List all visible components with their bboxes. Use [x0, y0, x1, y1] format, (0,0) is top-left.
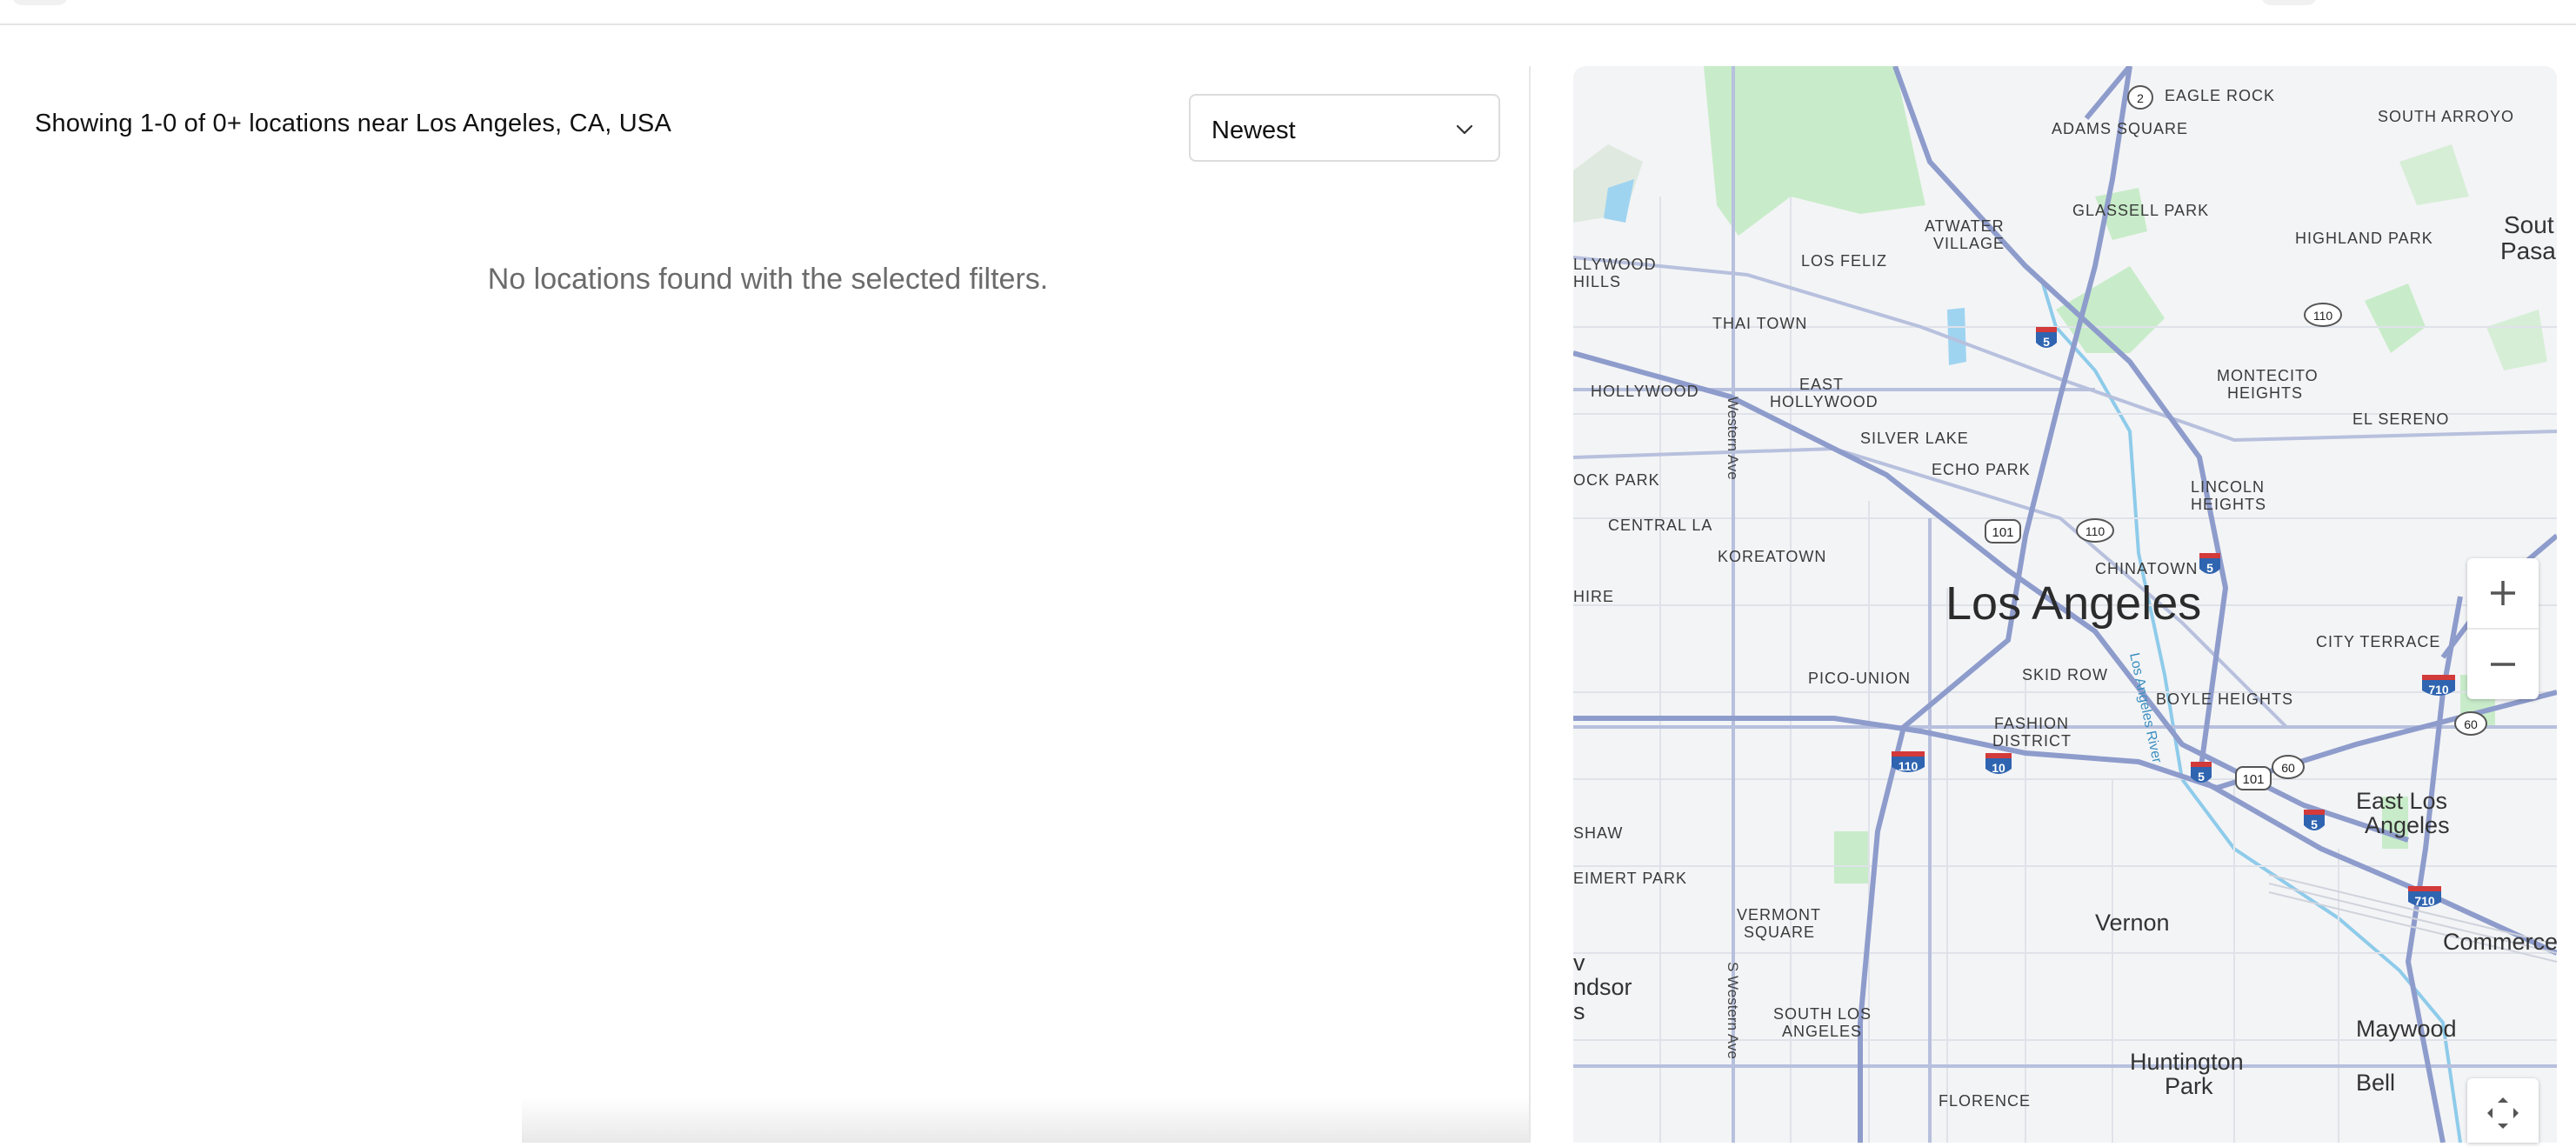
svg-text:5: 5: [2043, 335, 2050, 349]
label-south-la-2: ANGELES: [1782, 1023, 1862, 1040]
label-south-la-1: SOUTH LOS: [1773, 1005, 1872, 1023]
label-koreatown: KOREATOWN: [1718, 548, 1826, 565]
svg-text:710: 710: [2428, 683, 2449, 697]
label-vermont-square-1: VERMONT: [1737, 906, 1821, 924]
svg-text:60: 60: [2464, 717, 2478, 731]
label-atwater-1: ATWATER: [1925, 217, 2005, 235]
label-huntington-2: Park: [2165, 1073, 2213, 1099]
label-south-arroyo: SOUTH ARROYO: [2378, 108, 2514, 125]
top-bar: [0, 0, 2576, 25]
svg-text:101: 101: [1992, 525, 2013, 540]
label-east-hollywood-2: HOLLYWOOD: [1770, 393, 1879, 410]
label-shaw: SHAW: [1573, 824, 1623, 842]
label-lincoln-heights-1: LINCOLN: [2191, 478, 2265, 496]
results-pane: [0, 25, 1529, 1143]
label-glassell-park: GLASSELL PARK: [2072, 202, 2209, 219]
label-el-sereno: EL SERENO: [2352, 410, 2449, 428]
label-skid-row: SKID ROW: [2022, 666, 2108, 684]
svg-text:110: 110: [2085, 524, 2106, 538]
ca-60-shield-1: 60: [2454, 711, 2487, 736]
label-windsor-3: s: [1573, 998, 1585, 1024]
label-vermont-square-2: SQUARE: [1744, 924, 1815, 941]
label-s-western-ave: S Western Ave: [1725, 962, 1741, 1059]
fullscreen-icon: [2467, 1097, 2539, 1146]
label-hollywood-hills-2: HILLS: [1573, 273, 1621, 290]
label-hollywood-hills-1: LLYWOOD: [1573, 256, 1657, 273]
label-huntington-1: Huntington: [2130, 1049, 2244, 1075]
label-fashion-1: FASHION: [1994, 715, 2069, 732]
ca-110-shield-2: 110: [2304, 303, 2342, 327]
label-thai-town: THAI TOWN: [1712, 315, 1807, 332]
sort-select[interactable]: Newest: [1189, 94, 1500, 162]
label-adams-square: ADAMS SQUARE: [2052, 120, 2188, 137]
label-florence: FLORENCE: [1939, 1092, 2031, 1110]
label-los-feliz: LOS FELIZ: [1801, 252, 1887, 270]
svg-text:710: 710: [2414, 894, 2435, 908]
label-south-pasadena-2: Pasade: [2500, 237, 2557, 264]
chevron-down-icon: [1453, 118, 1476, 141]
label-silver-lake: SILVER LAKE: [1860, 430, 1969, 447]
label-commerce: Commerce: [2443, 929, 2557, 955]
label-bell: Bell: [2356, 1070, 2395, 1096]
label-leimert-park: EIMERT PARK: [1573, 870, 1687, 887]
top-bar-button-right[interactable]: [2261, 0, 2317, 5]
label-pico-union: PICO-UNION: [1808, 670, 1911, 687]
label-highland-park: HIGHLAND PARK: [2295, 230, 2433, 247]
svg-text:10: 10: [1992, 761, 2005, 775]
label-east-la-1: East Los: [2356, 788, 2447, 814]
label-central-la: CENTRAL LA: [1608, 517, 1712, 534]
empty-state-message: No locations found with the selected fil…: [487, 263, 1049, 296]
us-101-shield-2: 101: [2235, 766, 2272, 790]
svg-text:101: 101: [2242, 772, 2264, 787]
label-chinatown: CHINATOWN: [2095, 560, 2198, 577]
label-los-angeles: Los Angeles: [1945, 577, 2201, 630]
svg-text:60: 60: [2281, 761, 2295, 775]
us-101-shield-1: 101: [1985, 519, 2021, 543]
ca-110-shield-1: 110: [2076, 518, 2114, 543]
label-windsor-1: v: [1573, 950, 1585, 976]
label-montecito-2: HEIGHTS: [2227, 384, 2303, 402]
ca-2-shield: 2: [2127, 85, 2153, 110]
svg-text:2: 2: [2137, 91, 2144, 105]
label-windsor-2: ndsor: [1573, 974, 1632, 1000]
zoom-in-button[interactable]: [2467, 558, 2539, 630]
label-maywood: Maywood: [2356, 1016, 2457, 1042]
sort-select-value: Newest: [1211, 117, 1296, 144]
label-city-terrace: CITY TERRACE: [2316, 633, 2440, 650]
results-summary: Showing 1-0 of 0+ locations near Los Ang…: [35, 110, 672, 137]
svg-text:110: 110: [2313, 309, 2333, 323]
top-bar-button-left[interactable]: [12, 0, 68, 5]
label-fashion-2: DISTRICT: [1992, 732, 2072, 750]
pane-divider: [1529, 66, 1531, 1143]
label-vernon: Vernon: [2095, 910, 2170, 936]
label-east-hollywood-1: EAST: [1799, 376, 1844, 393]
label-east-la-2: Angeles: [2365, 812, 2450, 838]
label-atwater-2: VILLAGE: [1933, 235, 2005, 252]
label-western-ave: Western Ave: [1725, 397, 1741, 480]
svg-text:5: 5: [2311, 817, 2318, 831]
label-south-pasadena-1: Sout: [2504, 211, 2554, 238]
minus-icon: [2467, 663, 2539, 703]
svg-text:5: 5: [2198, 770, 2205, 784]
fullscreen-button[interactable]: [2467, 1078, 2539, 1143]
label-hollywood: HOLLYWOOD: [1591, 383, 1699, 400]
svg-text:110: 110: [1899, 759, 1919, 773]
svg-text:5: 5: [2206, 561, 2213, 575]
label-echo-park: ECHO PARK: [1932, 461, 2031, 478]
map[interactable]: 5 5 5 5 10 10 110: [1573, 66, 2557, 1143]
bottom-shadow: [522, 1097, 1529, 1143]
label-rock-park: OCK PARK: [1573, 471, 1660, 489]
zoom-out-button[interactable]: [2467, 630, 2539, 699]
label-shire: HIRE: [1573, 588, 1614, 605]
label-lincoln-heights-2: HEIGHTS: [2191, 496, 2266, 513]
label-montecito-1: MONTECITO: [2217, 367, 2319, 384]
label-eagle-rock: EAGLE ROCK: [2165, 87, 2275, 104]
ca-60-shield-2: 60: [2272, 755, 2305, 779]
zoom-control: [2467, 558, 2539, 699]
label-boyle-heights: BOYLE HEIGHTS: [2156, 690, 2293, 708]
